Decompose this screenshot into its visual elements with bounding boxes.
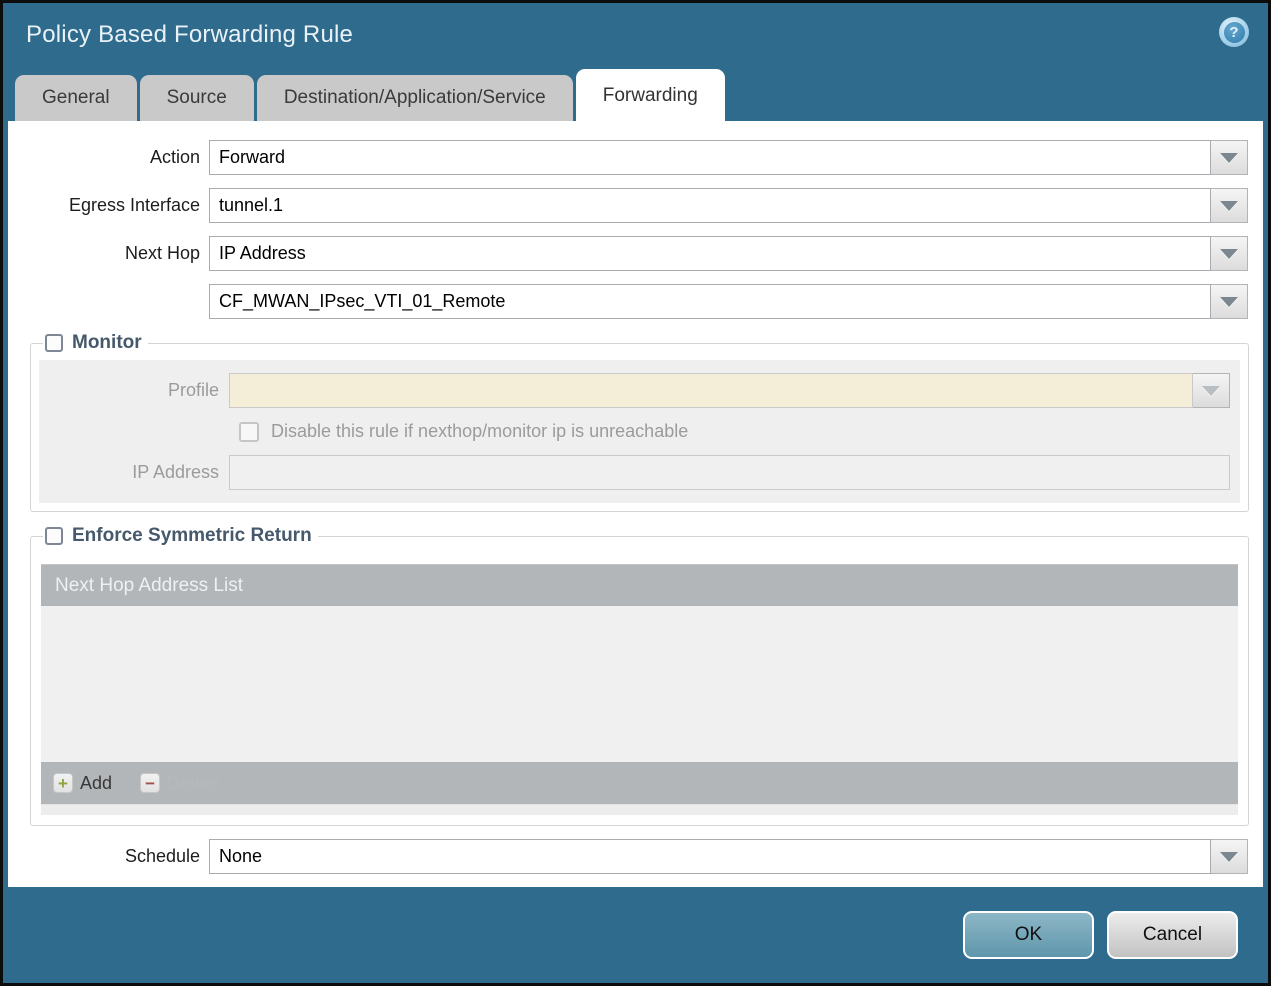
schedule-input[interactable]: [209, 839, 1211, 874]
next-hop-address-table: Next Hop Address List + Add − Delete: [41, 564, 1238, 815]
tab-content-forwarding: Action Egress Interface Next Hop: [8, 121, 1263, 887]
dialog-title: Policy Based Forwarding Rule: [26, 21, 354, 48]
next-hop-type-combo: [209, 236, 1248, 271]
schedule-row: Schedule: [8, 839, 1248, 874]
schedule-label: Schedule: [124, 846, 200, 866]
next-hop-address-input[interactable]: [209, 284, 1211, 319]
add-icon: +: [53, 773, 73, 793]
table-footer: + Add − Delete: [41, 762, 1238, 804]
monitor-ip-label: IP Address: [132, 462, 219, 482]
schedule-dropdown-button[interactable]: [1211, 839, 1248, 874]
help-question-glyph: ?: [1223, 21, 1245, 43]
dialog-footer: OK Cancel: [3, 887, 1268, 983]
pbf-rule-dialog: Policy Based Forwarding Rule ? General S…: [0, 0, 1271, 986]
action-row: Action: [8, 140, 1248, 175]
egress-interface-label: Egress Interface: [68, 195, 200, 215]
disable-rule-row: Disable this rule if nexthop/monitor ip …: [239, 421, 1230, 442]
chevron-down-icon: [1220, 851, 1238, 862]
add-button-label: Add: [80, 772, 113, 793]
table-resize-strip: [41, 804, 1238, 815]
chevron-down-icon: [1220, 200, 1238, 211]
disable-rule-label: Disable this rule if nexthop/monitor ip …: [271, 421, 689, 441]
tab-general[interactable]: General: [15, 75, 137, 121]
profile-combo: [229, 373, 1230, 408]
profile-row: Profile: [39, 373, 1230, 408]
cancel-button[interactable]: Cancel: [1107, 911, 1238, 959]
dialog-titlebar: Policy Based Forwarding Rule ?: [3, 3, 1268, 67]
monitor-legend: Monitor: [43, 332, 148, 354]
delete-button-label: Delete: [167, 772, 220, 793]
tab-source[interactable]: Source: [139, 75, 254, 121]
symmetric-return-legend-label: Enforce Symmetric Return: [72, 525, 312, 546]
tab-forwarding[interactable]: Forwarding: [575, 69, 725, 121]
monitor-checkbox[interactable]: [45, 334, 63, 352]
disable-rule-checkbox: [239, 421, 259, 442]
add-button[interactable]: + Add: [53, 773, 112, 794]
chevron-down-icon: [1202, 385, 1220, 396]
delete-button: − Delete: [140, 773, 219, 794]
monitor-fieldset: Monitor Profile Disable this rule if nex…: [30, 332, 1249, 512]
tab-destination-application-service[interactable]: Destination/Application/Service: [256, 75, 573, 121]
monitor-ip-row: IP Address: [39, 455, 1230, 490]
profile-label: Profile: [167, 380, 219, 400]
tab-bar: General Source Destination/Application/S…: [3, 67, 1268, 121]
chevron-down-icon: [1220, 296, 1238, 307]
action-label: Action: [149, 147, 200, 167]
next-hop-type-dropdown-button[interactable]: [1211, 236, 1248, 271]
chevron-down-icon: [1220, 152, 1238, 163]
next-hop-label: Next Hop: [124, 243, 200, 263]
next-hop-row: Next Hop: [8, 236, 1248, 271]
monitor-ip-combo: [229, 455, 1230, 490]
next-hop-address-row: [8, 284, 1248, 319]
action-input[interactable]: [209, 140, 1211, 175]
monitor-panel: Profile Disable this rule if nexthop/mon…: [39, 360, 1240, 503]
help-icon[interactable]: ?: [1219, 17, 1249, 47]
table-header: Next Hop Address List: [41, 564, 1238, 606]
symmetric-return-checkbox[interactable]: [45, 527, 63, 545]
chevron-down-icon: [1220, 248, 1238, 259]
profile-dropdown-button: [1193, 373, 1230, 408]
egress-interface-dropdown-button[interactable]: [1211, 188, 1248, 223]
monitor-legend-label: Monitor: [72, 332, 142, 353]
ok-button[interactable]: OK: [963, 911, 1094, 959]
action-dropdown-button[interactable]: [1211, 140, 1248, 175]
egress-interface-row: Egress Interface: [8, 188, 1248, 223]
egress-interface-input[interactable]: [209, 188, 1211, 223]
table-body[interactable]: [41, 606, 1238, 762]
egress-interface-combo: [209, 188, 1248, 223]
symmetric-return-fieldset: Enforce Symmetric Return Next Hop Addres…: [30, 525, 1249, 826]
profile-input: [229, 373, 1193, 408]
table-header-label: Next Hop Address List: [55, 574, 243, 596]
delete-icon: −: [140, 773, 161, 793]
symmetric-return-legend: Enforce Symmetric Return: [43, 525, 318, 547]
action-combo: [209, 140, 1248, 175]
next-hop-address-dropdown-button[interactable]: [1211, 284, 1248, 319]
monitor-ip-input: [229, 455, 1230, 490]
next-hop-address-combo: [209, 284, 1248, 319]
schedule-combo: [209, 839, 1248, 874]
next-hop-type-input[interactable]: [209, 236, 1211, 271]
